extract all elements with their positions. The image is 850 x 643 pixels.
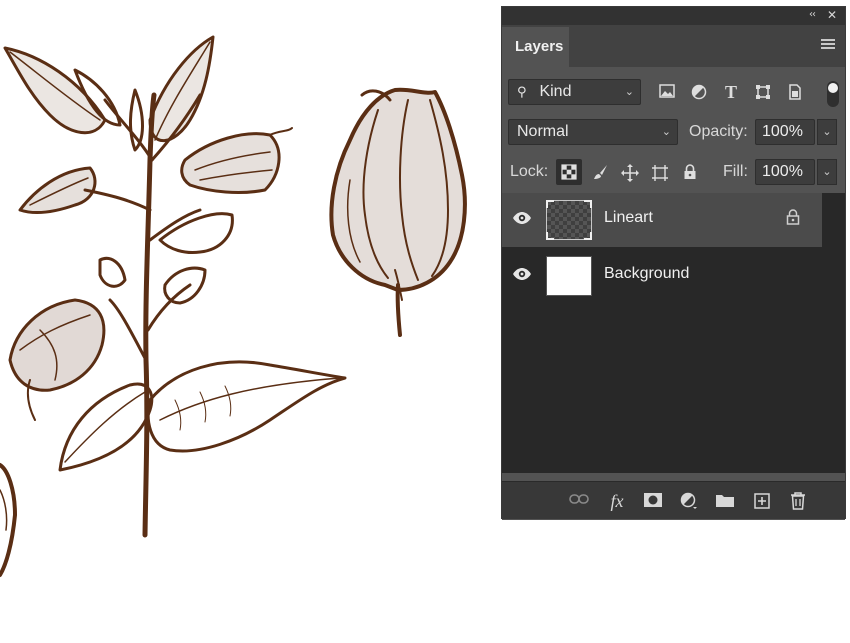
panel-tab-bar: Layers — [502, 25, 845, 67]
smart-object-filter-icon[interactable] — [785, 81, 805, 103]
layer-thumbnail-white — [546, 256, 592, 296]
lock-image-pixels-icon[interactable] — [588, 159, 614, 185]
link-layers-icon[interactable] — [568, 490, 590, 512]
panel-title-strip: ‹‹ ✕ — [502, 7, 845, 25]
lock-position-icon[interactable] — [617, 159, 643, 185]
layers-list: Lineart Background — [502, 193, 845, 473]
tab-layers[interactable]: Layers — [502, 27, 569, 67]
opacity-dropdown-button[interactable]: ⌄ — [817, 119, 837, 145]
layers-footer-toolbar: fx — [502, 481, 845, 519]
layer-lock-icon — [786, 209, 800, 230]
shape-filter-icon[interactable] — [753, 81, 773, 103]
hamburger-menu-icon[interactable] — [821, 39, 835, 51]
close-panel-icon[interactable]: ✕ — [827, 8, 837, 22]
layers-panel-body: ⚲ Kind ⌄ T Normal ⌄ Opacity: 100% ⌄ Lock… — [502, 67, 845, 520]
delete-layer-icon[interactable] — [787, 490, 809, 512]
lock-transparent-pixels-icon[interactable] — [556, 159, 582, 185]
layer-thumbnail-transparent — [546, 200, 592, 240]
new-layer-icon[interactable] — [751, 490, 773, 512]
chevron-down-icon: ⌄ — [661, 125, 671, 138]
adjustment-filter-icon[interactable] — [689, 81, 709, 103]
new-adjustment-layer-icon[interactable] — [678, 490, 700, 512]
collapse-panel-icon[interactable]: ‹‹ — [809, 9, 816, 20]
filter-kind-label: Kind — [539, 83, 572, 100]
opacity-label: Opacity: — [689, 123, 748, 140]
layers-panel: ‹‹ ✕ Layers ⚲ Kind ⌄ T Normal ⌄ Opacity:… — [501, 6, 846, 520]
fill-label: Fill: — [723, 163, 748, 180]
image-filter-icon[interactable] — [657, 81, 677, 103]
new-group-folder-icon[interactable] — [714, 490, 736, 512]
opacity-input[interactable]: 100% — [755, 119, 815, 145]
chevron-down-icon: ⌄ — [624, 85, 634, 98]
lock-row: Lock: Fill: 100% ⌄ — [502, 157, 845, 187]
eye-visibility-icon[interactable] — [512, 211, 534, 227]
blend-row: Normal ⌄ Opacity: 100% ⌄ — [502, 117, 845, 147]
eye-visibility-icon[interactable] — [512, 267, 534, 283]
add-mask-icon[interactable] — [642, 490, 664, 512]
blend-mode-value: Normal — [517, 123, 569, 140]
fill-dropdown-button[interactable]: ⌄ — [817, 159, 837, 185]
prevent-autonest-icon[interactable] — [647, 159, 673, 185]
search-icon: ⚲ — [517, 85, 527, 100]
filter-kind-select[interactable]: ⚲ Kind ⌄ — [508, 79, 641, 105]
blend-mode-select[interactable]: Normal ⌄ — [508, 119, 678, 145]
lock-label: Lock: — [510, 163, 549, 180]
fill-input[interactable]: 100% — [755, 159, 815, 185]
layer-row-background[interactable]: Background — [502, 249, 822, 303]
filter-toggle-switch[interactable] — [827, 81, 839, 107]
fx-icon[interactable]: fx — [606, 490, 628, 512]
layer-name[interactable]: Lineart — [604, 209, 653, 227]
lock-all-icon[interactable] — [677, 159, 703, 185]
botanical-lineart-illustration — [0, 35, 467, 577]
layer-row-lineart[interactable]: Lineart — [502, 193, 822, 247]
layer-name[interactable]: Background — [604, 265, 689, 283]
filter-row: ⚲ Kind ⌄ T — [502, 77, 845, 107]
toggle-knob — [828, 83, 838, 93]
type-filter-icon[interactable]: T — [721, 81, 741, 103]
